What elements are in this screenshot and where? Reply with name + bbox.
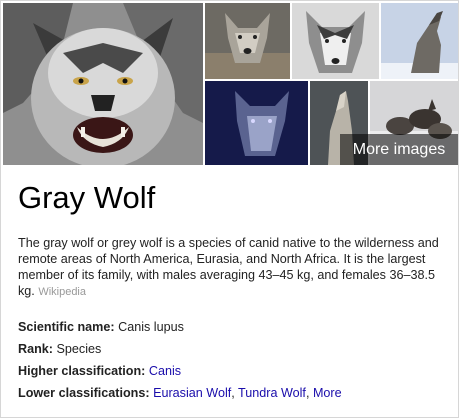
eurasian-wolf-link[interactable]: Eurasian Wolf	[153, 386, 231, 400]
more-images-button[interactable]: More images	[340, 134, 458, 165]
image-gallery: More images	[3, 3, 458, 165]
source-link[interactable]: Wikipedia	[38, 286, 86, 298]
wolf-image-thumb-1[interactable]	[205, 3, 290, 79]
fact-label: Scientific name:	[18, 320, 115, 334]
canis-link[interactable]: Canis	[149, 364, 181, 378]
wolf-image-main[interactable]	[3, 3, 203, 165]
entity-description: The gray wolf or grey wolf is a species …	[18, 235, 443, 300]
more-link[interactable]: More	[313, 386, 342, 400]
facts-list: Scientific name: Canis lupus Rank: Speci…	[18, 319, 448, 407]
more-images-label: More images	[352, 140, 446, 158]
separator: ,	[305, 386, 313, 400]
fact-label: Lower classifications:	[18, 386, 150, 400]
fact-value: Canis lupus	[118, 320, 184, 334]
fact-higher-classification: Higher classification: Canis	[18, 363, 448, 385]
fact-value: Species	[56, 342, 102, 356]
tundra-wolf-link[interactable]: Tundra Wolf	[238, 386, 306, 400]
knowledge-panel: More images Gray Wolf The gray wolf or g…	[0, 0, 459, 418]
wolf-image-thumb-2[interactable]	[292, 3, 379, 79]
wolf-image-thumb-3[interactable]	[381, 3, 458, 79]
entity-title: Gray Wolf	[18, 180, 156, 215]
fact-rank: Rank: Species	[18, 341, 448, 363]
fact-label: Higher classification:	[18, 364, 146, 378]
fact-scientific-name: Scientific name: Canis lupus	[18, 319, 448, 341]
wolf-image-thumb-4[interactable]	[205, 81, 308, 165]
fact-label: Rank:	[18, 342, 53, 356]
separator: ,	[231, 386, 239, 400]
fact-lower-classifications: Lower classifications: Eurasian Wolf, Tu…	[18, 385, 448, 407]
